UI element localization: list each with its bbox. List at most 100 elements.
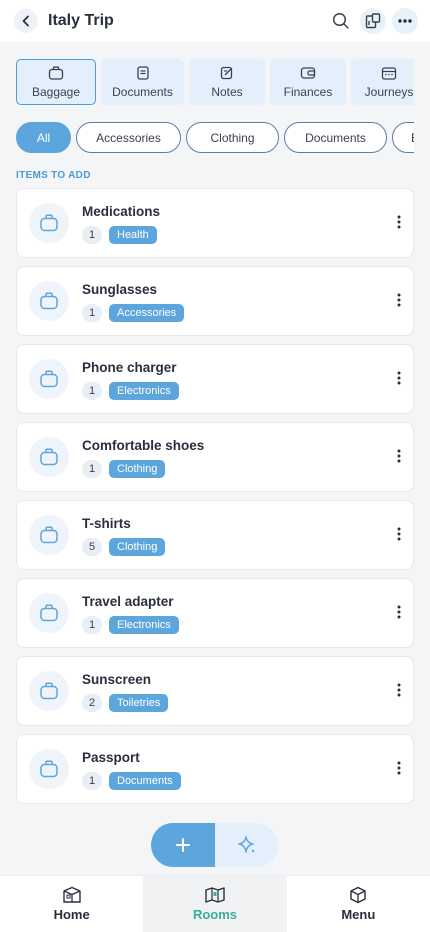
tab-baggage[interactable]: Baggage [16,59,96,105]
chip-clothing[interactable]: Clothing [186,122,279,153]
item-quantity: 1 [82,772,102,790]
more-vertical-icon [397,683,401,697]
tab-journeys[interactable]: Journeys [351,59,414,105]
chip-electronics[interactable]: El [392,122,414,153]
items-list: Medications 1 Health Sunglasses 1 Access… [0,188,430,804]
item-quantity: 2 [82,694,102,712]
list-item[interactable]: Medications 1 Health [16,188,414,258]
page-title: Italy Trip [48,12,114,29]
item-menu-button[interactable] [397,605,401,624]
header: Italy Trip [0,0,430,42]
item-quantity: 1 [82,460,102,478]
chip-accessories[interactable]: Accessories [76,122,181,153]
wallet-icon [300,66,316,79]
item-title: Medications [82,204,161,219]
item-quantity: 1 [82,226,102,244]
section-label: ITEMS TO ADD [16,170,91,181]
tab-notes[interactable]: Notes [189,59,265,105]
item-category-badge: Toiletries [109,694,169,712]
bag-icon [40,292,58,310]
list-item[interactable]: Passport 1 Documents [16,734,414,804]
item-title: Sunglasses [82,282,158,297]
calendar-icon [381,66,397,80]
rooms-icon [205,887,225,903]
category-tabs: Baggage Documents Notes Finances Journey… [0,42,414,105]
search-icon [332,12,349,29]
item-quantity: 1 [82,304,102,322]
item-avatar [29,515,69,555]
item-category-badge: Accessories [109,304,185,322]
item-title: Phone charger [82,360,177,375]
chevron-left-icon [22,15,29,27]
item-avatar [29,437,69,477]
ai-suggest-button[interactable] [215,823,278,867]
bag-icon [40,682,58,700]
more-vertical-icon [397,527,401,541]
nav-label: Home [53,907,90,922]
tab-label: Documents [112,84,173,99]
item-menu-button[interactable] [397,527,401,546]
item-menu-button[interactable] [397,293,401,312]
item-category-badge: Clothing [109,460,166,478]
back-button[interactable] [14,9,38,33]
item-title: Travel adapter [82,594,174,609]
bag-icon [40,526,58,544]
search-button[interactable] [328,8,354,34]
item-category-badge: Health [109,226,157,244]
list-item[interactable]: Travel adapter 1 Electronics [16,578,414,648]
nav-label: Rooms [192,907,238,922]
item-menu-button[interactable] [397,215,401,234]
item-menu-button[interactable] [397,761,401,780]
home-icon [62,886,81,903]
bag-icon [40,214,58,232]
bag-icon [40,370,58,388]
note-icon [220,66,233,79]
tab-finances[interactable]: Finances [270,59,346,105]
item-menu-button[interactable] [397,449,401,468]
item-quantity: 5 [82,538,102,556]
item-quantity: 1 [82,616,102,634]
item-avatar [29,593,69,633]
tab-label: Finances [283,84,333,99]
nav-rooms[interactable]: Rooms [143,876,287,932]
fab-group [151,823,278,867]
item-quantity: 1 [82,382,102,400]
item-avatar [29,359,69,399]
nav-menu[interactable]: Menu [287,876,430,932]
list-item[interactable]: Comfortable shoes 1 Clothing [16,422,414,492]
tab-documents[interactable]: Documents [101,59,184,105]
item-category-badge: Electronics [109,382,179,400]
bottom-nav: Home Rooms Menu [0,875,430,932]
bag-icon [40,760,58,778]
chip-all[interactable]: All [16,122,71,153]
filter-chips: All Accessories Clothing Documents El [0,105,414,153]
item-category-badge: Electronics [109,616,179,634]
item-title: Comfortable shoes [82,438,205,453]
tab-label: Baggage [31,84,81,99]
plus-icon [176,838,190,852]
rooms-view-button[interactable] [360,8,386,34]
tab-label: Journeys [364,84,414,99]
item-menu-button[interactable] [397,371,401,390]
chip-documents[interactable]: Documents [284,122,387,153]
item-category-badge: Clothing [109,538,166,556]
bag-icon [48,65,64,80]
bag-icon [40,604,58,622]
item-avatar [29,749,69,789]
item-title: Sunscreen [82,672,152,687]
item-avatar [29,281,69,321]
nav-home[interactable]: Home [0,876,143,932]
item-category-badge: Documents [109,772,181,790]
list-item[interactable]: Sunglasses 1 Accessories [16,266,414,336]
list-item[interactable]: Phone charger 1 Electronics [16,344,414,414]
list-item[interactable]: Sunscreen 2 Toiletries [16,656,414,726]
add-item-button[interactable] [151,823,215,867]
item-title: Passport [82,750,140,765]
item-title: T-shirts [82,516,131,531]
more-button[interactable] [392,8,418,34]
menu-icon [350,886,367,904]
item-avatar [29,671,69,711]
tab-label: Notes [211,84,243,99]
list-item[interactable]: T-shirts 5 Clothing [16,500,414,570]
item-menu-button[interactable] [397,683,401,702]
